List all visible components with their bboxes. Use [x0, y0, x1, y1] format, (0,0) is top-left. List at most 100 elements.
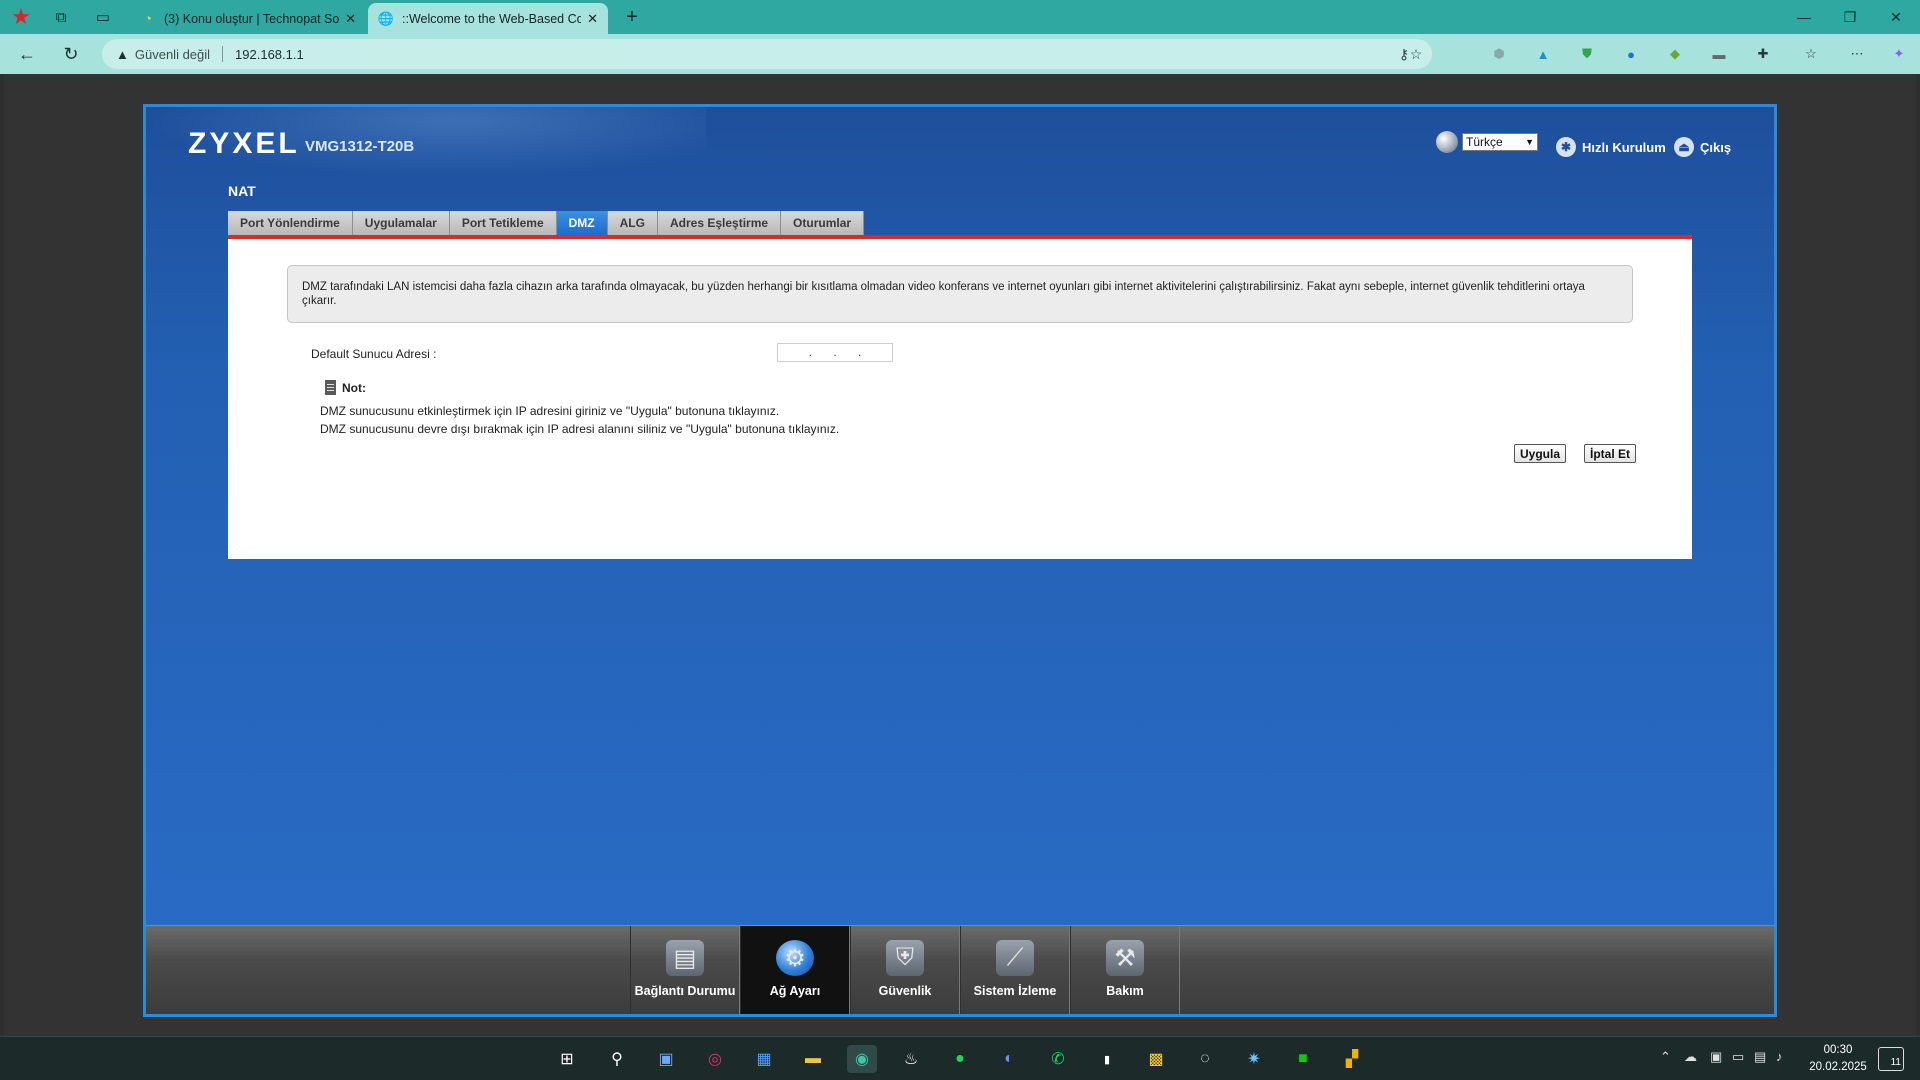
close-window-icon[interactable]: ✕: [1876, 5, 1916, 29]
note-title: Not:: [342, 380, 366, 395]
nav-system-monitor[interactable]: ⟋ Sistem İzleme: [960, 926, 1070, 1014]
battery-icon[interactable]: ▭: [1732, 1049, 1744, 1065]
tab-address-mapping[interactable]: Adres Eşleştirme: [657, 211, 782, 235]
network-icon[interactable]: ▤: [1754, 1049, 1766, 1065]
nav-label: Bağlantı Durumu: [634, 984, 736, 998]
search-icon[interactable]: ⚲: [602, 1045, 632, 1073]
extension-guard-icon[interactable]: ⛊: [1576, 44, 1598, 64]
notification-center-icon[interactable]: 11: [1878, 1047, 1904, 1071]
language-value: Türkçe: [1466, 135, 1503, 149]
nav-label: Sistem İzleme: [973, 984, 1057, 998]
nav-security[interactable]: ⛨ Güvenlik: [850, 926, 960, 1014]
tab-port-forwarding[interactable]: Port Yönlendirme: [228, 211, 353, 235]
favorite-star-icon[interactable]: ☆: [1402, 39, 1430, 69]
start-windows-icon[interactable]: ⊞: [552, 1045, 582, 1073]
cancel-button[interactable]: İptal Et: [1584, 444, 1637, 463]
back-arrow-icon[interactable]: ←: [14, 42, 40, 66]
globe-icon: [1436, 131, 1458, 153]
file-explorer-icon[interactable]: ▬: [798, 1045, 828, 1073]
clock-time: 00:30: [1823, 1044, 1853, 1056]
tab-dmz[interactable]: DMZ: [556, 211, 608, 235]
ccleaner-icon[interactable]: ◌: [1190, 1045, 1220, 1073]
steam-icon[interactable]: ♨: [896, 1045, 926, 1073]
technopat-favicon: ◔: [144, 11, 152, 26]
tab-port-triggering[interactable]: Port Tetikleme: [449, 211, 557, 235]
profile-star-icon[interactable]: ★: [9, 4, 33, 29]
tab-technopat[interactable]: ◔ (3) Konu oluştur | Technopat Sosyal ✕: [130, 3, 366, 34]
restore-icon[interactable]: ❐: [1830, 5, 1870, 29]
nav-connection-status[interactable]: ▤ Bağlantı Durumu: [630, 926, 740, 1014]
refresh-icon[interactable]: ↻: [58, 42, 84, 66]
chevron-up-icon[interactable]: ⌃: [1660, 1049, 1671, 1065]
apply-button[interactable]: Uygula: [1514, 444, 1567, 463]
router-configurator: ZYXEL VMG1312-T20B Türkçe ▼ ✱ Hızlı Kuru…: [143, 104, 1777, 1017]
gear-app-icon[interactable]: ✷: [1239, 1045, 1269, 1073]
app-grid-icon[interactable]: ▩: [1141, 1045, 1171, 1073]
favorites-icon[interactable]: ☆: [1800, 44, 1822, 64]
url-text[interactable]: 192.168.1.1: [235, 47, 304, 62]
game-app-icon[interactable]: ▞: [1337, 1045, 1367, 1073]
tab-applications[interactable]: Uygulamalar: [352, 211, 450, 235]
tab-actions-icon[interactable]: ▭: [91, 5, 115, 29]
quick-setup-label: Hızlı Kurulum: [1582, 139, 1666, 155]
spotify-icon[interactable]: ●: [945, 1045, 975, 1073]
epic-games-icon[interactable]: ▮: [1092, 1045, 1122, 1073]
whatsapp-icon[interactable]: ✆: [1043, 1045, 1073, 1073]
divider: [222, 46, 224, 62]
extension-shield-icon[interactable]: ⬢: [1488, 44, 1510, 64]
clock-date: 20.02.2025: [1809, 1061, 1867, 1073]
language-dropdown[interactable]: Türkçe ▼: [1462, 133, 1538, 151]
new-tab-plus-icon[interactable]: +: [620, 5, 644, 29]
note-heading: Not:: [325, 380, 366, 395]
app-settings-icon[interactable]: ▣: [651, 1045, 681, 1073]
nav-label: Ağ Ayarı: [769, 984, 821, 998]
model-name: VMG1312-T20B: [305, 138, 415, 155]
nvidia-icon[interactable]: ■: [1288, 1045, 1318, 1073]
workspaces-icon[interactable]: ⧉: [49, 5, 73, 29]
nav-network-setting[interactable]: ⚙ Ağ Ayarı: [740, 926, 850, 1014]
volume-icon[interactable]: ♪: [1776, 1049, 1783, 1064]
bottom-navigation: ▤ Bağlantı Durumu ⚙ Ağ Ayarı ⛨ Güvenlik …: [146, 925, 1774, 1014]
extensions-puzzle-icon[interactable]: ✚: [1752, 44, 1774, 64]
logout-icon: ⏏: [1674, 137, 1694, 157]
dmz-panel: DMZ tarafındaki LAN istemcisi daha fazla…: [228, 239, 1692, 559]
tray-app-icon[interactable]: ▣: [1710, 1049, 1722, 1065]
default-server-label: Default Sunucu Adresi :: [311, 347, 437, 361]
extension-green-icon[interactable]: ◆: [1664, 44, 1686, 64]
edge-browser-icon[interactable]: ◉: [847, 1045, 877, 1073]
notification-count: 11: [1890, 1057, 1901, 1068]
cloud-icon[interactable]: ☁: [1684, 1049, 1697, 1065]
default-server-ip-input[interactable]: . . .: [777, 343, 893, 362]
tab-router[interactable]: 🌐 ::Welcome to the Web-Based Configurato…: [368, 3, 608, 34]
nav-label: Bakım: [1106, 984, 1144, 998]
extension-a-icon[interactable]: ▲: [1532, 44, 1554, 64]
security-status[interactable]: Güvenli değil: [135, 47, 210, 62]
more-menu-icon[interactable]: ⋯: [1846, 44, 1868, 64]
extension-blue-icon[interactable]: ●: [1620, 44, 1642, 64]
store-icon[interactable]: ▦: [749, 1045, 779, 1073]
quick-setup-link[interactable]: ✱ Hızlı Kurulum: [1556, 137, 1666, 157]
instagram-icon[interactable]: ◎: [700, 1045, 730, 1073]
nav-maintenance[interactable]: ⚒ Bakım: [1070, 926, 1180, 1014]
address-bar[interactable]: ▲ Güvenli değil 192.168.1.1 ⚷ ☆: [102, 39, 1432, 69]
chevron-down-icon: ▼: [1525, 137, 1534, 147]
warning-icon[interactable]: ▲: [116, 47, 129, 62]
browser-toolbar: ← ↻ ▲ Güvenli değil 192.168.1.1 ⚷ ☆ ⬢ ▲ …: [0, 34, 1920, 74]
globe-icon: 🌐: [377, 10, 395, 26]
system-monitor-icon: ⟋: [996, 940, 1034, 976]
logout-link[interactable]: ⏏ Çıkış: [1674, 137, 1731, 157]
close-icon[interactable]: ✕: [345, 11, 356, 27]
nav-label: Güvenlik: [878, 984, 932, 998]
tab-alg[interactable]: ALG: [607, 211, 658, 235]
security-shield-icon: ⛨: [886, 940, 924, 976]
taskbar: ⊞ ⚲ ▣ ◎ ▦ ▬ ◉ ♨ ● ◐ ✆ ▮ ▩ ◌ ✷ ■ ▞ ⌃ ☁ ▣ …: [0, 1036, 1920, 1080]
discord-icon[interactable]: ◐: [994, 1045, 1024, 1073]
minimize-icon[interactable]: —: [1784, 5, 1824, 29]
close-icon[interactable]: ✕: [587, 11, 598, 27]
system-clock[interactable]: 00:30 20.02.2025: [1806, 1042, 1870, 1076]
language-selector: Türkçe ▼: [1436, 131, 1538, 153]
extension-folder-icon[interactable]: ▬: [1708, 44, 1730, 64]
tab-sessions[interactable]: Oturumlar: [781, 211, 865, 235]
copilot-icon[interactable]: ✦: [1888, 44, 1910, 64]
page-title: NAT: [228, 183, 256, 199]
